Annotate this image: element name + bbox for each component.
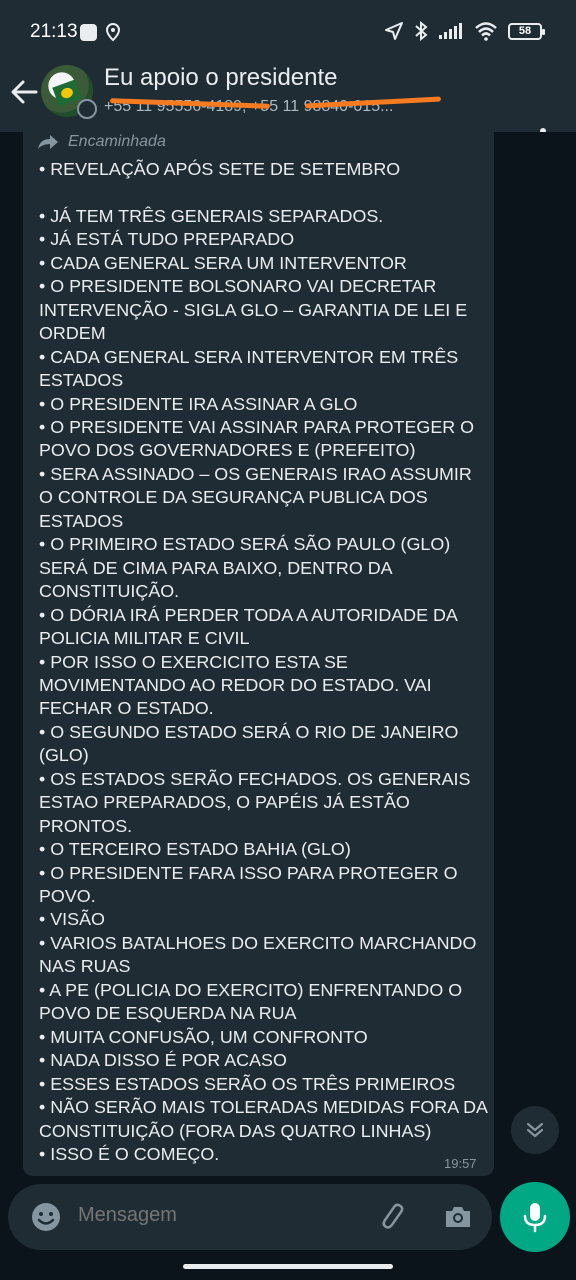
forwarded-label: Encaminhada (68, 133, 166, 150)
message-line: • ESSES ESTADOS SERÃO OS TRÊS PRIMEIROS (39, 1073, 456, 1094)
message-line: • O PRESIDENTE IRA ASSINAR A GLO (39, 393, 358, 414)
flag-image (52, 79, 82, 107)
notification-icon (80, 23, 97, 41)
message-line: • OS ESTADOS SERÃO FECHADOS. OS GENERAIS… (39, 768, 476, 836)
message-line: • POR ISSO O EXERCICITO ESTA SE MOVIMENT… (39, 651, 437, 719)
voice-message-button[interactable] (500, 1182, 570, 1252)
message-composer (8, 1184, 492, 1250)
message-line: • O PRIMEIRO ESTADO SERÁ SÃO PAULO (GLO)… (39, 534, 456, 602)
status-system-icons: 58 (384, 21, 545, 41)
message-time: 19:57 (444, 1156, 477, 1171)
message-line: • O DÓRIA IRÁ PERDER TODA A AUTORIDADE D… (39, 604, 462, 649)
message-line: • NADA DISSO É POR ACASO (39, 1050, 287, 1071)
message-line: • JÁ TEM TRÊS GENERAIS SEPARADOS. (39, 205, 384, 226)
status-time: 21:13 (30, 21, 78, 42)
camera-icon[interactable] (442, 1201, 474, 1233)
message-line: • O SEGUNDO ESTADO SERÁ O RIO DE JANEIRO… (39, 721, 464, 766)
message-line: • VARIOS BATALHOES DO EXERCITO MARCHANDO… (39, 932, 482, 977)
microphone-icon (523, 1203, 547, 1233)
message-line: • CADA GENERAL SERA INTERVENTOR EM TRÊS … (39, 346, 464, 391)
paperclip-icon[interactable] (378, 1201, 410, 1233)
back-arrow-icon[interactable] (8, 72, 40, 112)
forward-arrow-icon (38, 135, 58, 149)
forwarded-indicator: Encaminhada (36, 133, 166, 151)
message-line: • MUITA CONFUSÃO, UM CONFRONTO (39, 1026, 368, 1047)
message-line (39, 181, 487, 204)
scroll-to-bottom-button[interactable] (511, 1106, 559, 1154)
signal-icon (439, 23, 462, 39)
community-badge-icon (77, 99, 97, 119)
message-line: • NÃO SERÃO MAIS TOLERADAS MEDIDAS FORA … (39, 1097, 488, 1141)
emoji-icon[interactable] (30, 1201, 62, 1233)
message-line: • O TERCEIRO ESTADO BAHIA (GLO) (39, 839, 351, 860)
status-notification-icons (80, 22, 123, 42)
home-indicator (183, 1264, 393, 1269)
location-icon (105, 22, 121, 42)
chat-title[interactable]: Eu apoio o presidente (104, 64, 338, 92)
message-line: • REVELAÇÃO APÓS SETE DE SETEMBRO (39, 159, 401, 179)
status-bar: 21:13 58 (0, 0, 576, 50)
message-text: • REVELAÇÃO APÓS SETE DE SETEMBRO • JÁ TE… (39, 158, 487, 1166)
message-line: • O PRESIDENTE VAI ASSINAR PARA PROTEGER… (39, 416, 480, 461)
message-line: • JÁ ESTÁ TUDO PREPARADO (39, 229, 295, 250)
bluetooth-icon (415, 21, 428, 41)
message-line: • SERA ASSINADO – OS GENERAIS IRAO ASSUM… (39, 463, 477, 531)
message-line: • O PRESIDENTE FARA ISSO PARA PROTEGER O… (39, 862, 463, 907)
message-line: • ISSO É O COMEÇO. (39, 1144, 220, 1165)
message-line: • CADA GENERAL SERA UM INTERVENTOR (39, 252, 407, 273)
message-input[interactable] (78, 1204, 358, 1227)
message-line: • VISÃO (39, 909, 105, 930)
navigation-arrow-icon (385, 22, 403, 40)
wifi-icon (475, 22, 497, 41)
message-line: • O PRESIDENTE BOLSONARO VAI DECRETAR IN… (39, 276, 473, 344)
message-line: • A PE (POLICIA DO EXERCITO) ENFRENTANDO… (39, 979, 468, 1024)
double-chevron-down-icon (526, 1122, 544, 1138)
battery-icon: 58 (508, 22, 545, 40)
